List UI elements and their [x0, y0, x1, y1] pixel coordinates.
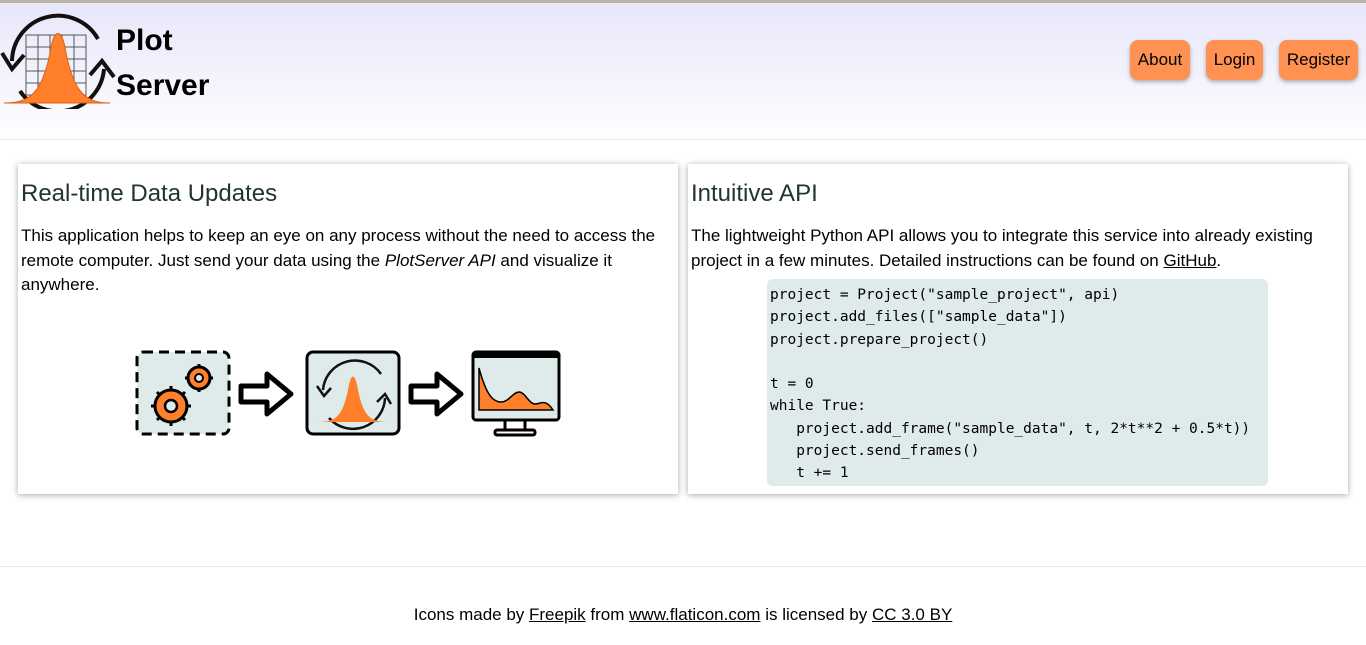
brand-line2: Server	[116, 69, 210, 102]
plot-server-logo-icon[interactable]	[0, 13, 120, 109]
site-header: Plot Server About Login Register	[0, 3, 1366, 140]
card-title: Intuitive API	[691, 180, 818, 207]
arrow-right-icon	[408, 371, 464, 417]
api-name: PlotServer API	[384, 250, 496, 270]
monitor-chart-icon	[471, 350, 561, 437]
footer-attribution: Icons made by Freepik from www.flaticon.…	[0, 605, 1366, 625]
register-button[interactable]: Register	[1279, 40, 1358, 80]
card-title: Real-time Data Updates	[21, 180, 278, 207]
code-text: project = Project("sample_project", api)…	[770, 287, 1251, 482]
gaussian-plot-icon	[305, 350, 401, 436]
card-description: This application helps to keep an eye on…	[21, 224, 661, 298]
description-text-end: .	[1216, 250, 1222, 270]
license-link[interactable]: CC 3.0 BY	[872, 605, 952, 624]
data-flow-illustration	[135, 350, 561, 437]
freepik-link[interactable]: Freepik	[529, 605, 586, 624]
footer-divider	[0, 566, 1366, 567]
arrow-right-icon	[238, 371, 294, 417]
github-link[interactable]: GitHub	[1164, 251, 1217, 270]
feature-card-api: Intuitive API The lightweight Python API…	[688, 164, 1348, 494]
footer-text: is licensed by	[760, 605, 872, 624]
card-description: The lightweight Python API allows you to…	[691, 224, 1331, 273]
code-sample: project = Project("sample_project", api)…	[767, 279, 1268, 486]
gears-icon	[135, 350, 231, 436]
about-button[interactable]: About	[1130, 40, 1190, 80]
feature-card-realtime: Real-time Data Updates This application …	[18, 164, 678, 494]
flaticon-link[interactable]: www.flaticon.com	[629, 605, 760, 624]
login-button[interactable]: Login	[1206, 40, 1263, 80]
footer-text: from	[585, 605, 630, 624]
brand-name[interactable]: Plot Server	[116, 18, 209, 108]
footer-text: Icons made by	[413, 605, 529, 624]
brand-line1: Plot	[116, 24, 173, 57]
